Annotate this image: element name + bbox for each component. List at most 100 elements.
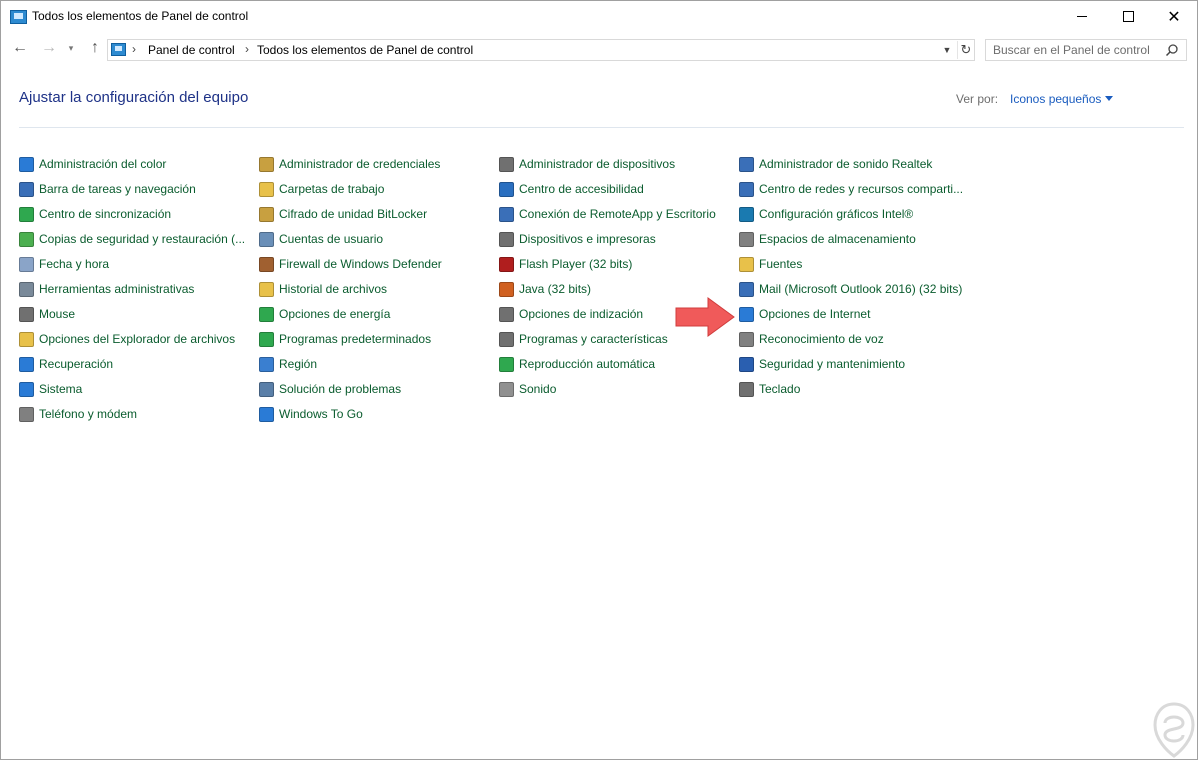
control-panel-item-label: Sistema	[39, 382, 83, 396]
control-panel-item[interactable]: Fuentes	[739, 254, 802, 274]
control-panel-item[interactable]: Centro de sincronización	[19, 204, 171, 224]
control-panel-item[interactable]: Java (32 bits)	[499, 279, 591, 299]
control-panel-item[interactable]: Copias de seguridad y restauración (...	[19, 229, 245, 249]
control-panel-item[interactable]: Flash Player (32 bits)	[499, 254, 632, 274]
ease-of-access-icon	[499, 181, 514, 197]
work-folders-icon	[259, 181, 274, 197]
control-panel-item-label: Java (32 bits)	[519, 282, 592, 296]
control-panel-item[interactable]: Fecha y hora	[19, 254, 109, 274]
chevron-right-icon[interactable]: ›	[245, 42, 249, 56]
control-panel-item[interactable]: Teléfono y módem	[19, 404, 137, 424]
control-panel-item[interactable]: Historial de archivos	[259, 279, 387, 299]
control-panel-item[interactable]: Reproducción automática	[499, 354, 655, 374]
control-panel-item[interactable]: Sonido	[499, 379, 556, 399]
control-panel-item[interactable]: Centro de redes y recursos comparti...	[739, 179, 963, 199]
control-panel-item[interactable]: Configuración gráficos Intel®	[739, 204, 913, 224]
recent-locations-button[interactable]: ▾	[64, 38, 78, 58]
control-panel-item-label: Reproducción automática	[519, 357, 656, 371]
address-dropdown-button[interactable]: ▼	[939, 41, 955, 59]
default-programs-icon	[259, 331, 274, 347]
control-panel-item[interactable]: Mouse	[19, 304, 75, 324]
control-panel-item[interactable]: Región	[259, 354, 317, 374]
control-panel-item[interactable]: Solución de problemas	[259, 379, 401, 399]
control-panel-item[interactable]: Firewall de Windows Defender	[259, 254, 442, 274]
control-panel-item[interactable]: Administrador de dispositivos	[499, 154, 675, 174]
control-panel-item[interactable]: Cuentas de usuario	[259, 229, 383, 249]
minimize-button[interactable]	[1059, 1, 1105, 32]
control-panel-item-label: Sonido	[519, 382, 557, 396]
control-panel-item[interactable]: Seguridad y mantenimiento	[739, 354, 905, 374]
address-bar[interactable]: › Panel de control › Todos los elementos…	[107, 39, 975, 61]
breadcrumb-all-items[interactable]: Todos los elementos de Panel de control	[257, 43, 473, 57]
speech-recognition-icon	[739, 331, 754, 347]
control-panel-item[interactable]: Administrador de credenciales	[259, 154, 440, 174]
control-panel-item[interactable]: Opciones del Explorador de archivos	[19, 329, 235, 349]
control-panel-item[interactable]: Opciones de indización	[499, 304, 643, 324]
chevron-down-icon[interactable]	[1105, 96, 1113, 101]
java-icon	[499, 281, 514, 297]
control-panel-item[interactable]: Herramientas administrativas	[19, 279, 194, 299]
control-panel-item[interactable]: Dispositivos e impresoras	[499, 229, 656, 249]
control-panel-item-label: Solución de problemas	[279, 382, 402, 396]
control-panel-item[interactable]: Administrador de sonido Realtek	[739, 154, 932, 174]
troubleshooting-icon	[259, 381, 274, 397]
control-panel-item[interactable]: Mail (Microsoft Outlook 2016) (32 bits)	[739, 279, 962, 299]
forward-button[interactable]: →	[39, 38, 59, 58]
control-panel-item[interactable]: Barra de tareas y navegación	[19, 179, 196, 199]
folder-options-icon	[19, 331, 34, 347]
refresh-button[interactable]: ↻	[957, 41, 974, 59]
mail-icon	[739, 281, 754, 297]
breadcrumb-control-panel[interactable]: Panel de control	[148, 43, 235, 57]
control-panel-item[interactable]: Espacios de almacenamiento	[739, 229, 916, 249]
control-panel-item[interactable]: Conexión de RemoteApp y Escritorio	[499, 204, 716, 224]
recovery-icon	[19, 356, 34, 372]
search-input[interactable]: Buscar en el Panel de control	[985, 39, 1187, 61]
chevron-right-icon[interactable]: ›	[132, 42, 136, 56]
keyboard-icon	[739, 381, 754, 397]
control-panel-item-label: Opciones de energía	[279, 307, 391, 321]
watermark-logo	[1153, 702, 1195, 758]
date-time-icon	[19, 256, 34, 272]
control-panel-item[interactable]: Centro de accesibilidad	[499, 179, 644, 199]
control-panel-item-label: Fuentes	[759, 257, 803, 271]
control-panel-item[interactable]: Teclado	[739, 379, 800, 399]
control-panel-item[interactable]: Sistema	[19, 379, 82, 399]
arrow-right-icon: →	[41, 39, 57, 56]
control-panel-item-label: Firewall de Windows Defender	[279, 257, 442, 271]
close-button[interactable]: ✕	[1151, 1, 1197, 32]
file-history-icon	[259, 281, 274, 297]
windows-to-go-icon	[259, 406, 274, 422]
red-arrow-icon	[675, 297, 735, 337]
control-panel-item[interactable]: Reconocimiento de voz	[739, 329, 884, 349]
minimize-icon	[1077, 16, 1087, 17]
search-icon	[1165, 44, 1178, 57]
control-panel-item-label: Historial de archivos	[279, 282, 388, 296]
page-title: Ajustar la configuración del equipo	[19, 89, 249, 106]
control-panel-item[interactable]: Recuperación	[19, 354, 113, 374]
control-panel-item-label: Centro de accesibilidad	[519, 182, 644, 196]
control-panel-item[interactable]: Programas predeterminados	[259, 329, 431, 349]
maximize-button[interactable]	[1105, 1, 1151, 32]
mouse-icon	[19, 306, 34, 322]
control-panel-item-label: Flash Player (32 bits)	[519, 257, 633, 271]
control-panel-item[interactable]: Administración del color	[19, 154, 166, 174]
control-panel-item-label: Teclado	[759, 382, 801, 396]
title-bar[interactable]: Todos los elementos de Panel de control …	[1, 1, 1197, 32]
control-panel-item[interactable]: Carpetas de trabajo	[259, 179, 384, 199]
sync-center-icon	[19, 206, 34, 222]
indexing-options-icon	[499, 306, 514, 322]
chevron-down-icon: ▼	[942, 45, 952, 55]
control-panel-item[interactable]: Opciones de Internet	[739, 304, 870, 324]
control-panel-item-label: Copias de seguridad y restauración (...	[39, 232, 246, 246]
back-button[interactable]: ←	[10, 38, 30, 58]
control-panel-item[interactable]: Opciones de energía	[259, 304, 390, 324]
control-panel-item-label: Administrador de sonido Realtek	[759, 157, 933, 171]
control-panel-item-label: Herramientas administrativas	[39, 282, 195, 296]
control-panel-item[interactable]: Programas y características	[499, 329, 668, 349]
control-panel-item[interactable]: Cifrado de unidad BitLocker	[259, 204, 427, 224]
view-by-dropdown[interactable]: Iconos pequeños	[1010, 92, 1101, 106]
control-panel-item-label: Región	[279, 357, 318, 371]
control-panel-item[interactable]: Windows To Go	[259, 404, 363, 424]
control-panel-item-label: Opciones del Explorador de archivos	[39, 332, 236, 346]
up-button[interactable]: ↑	[85, 38, 105, 58]
